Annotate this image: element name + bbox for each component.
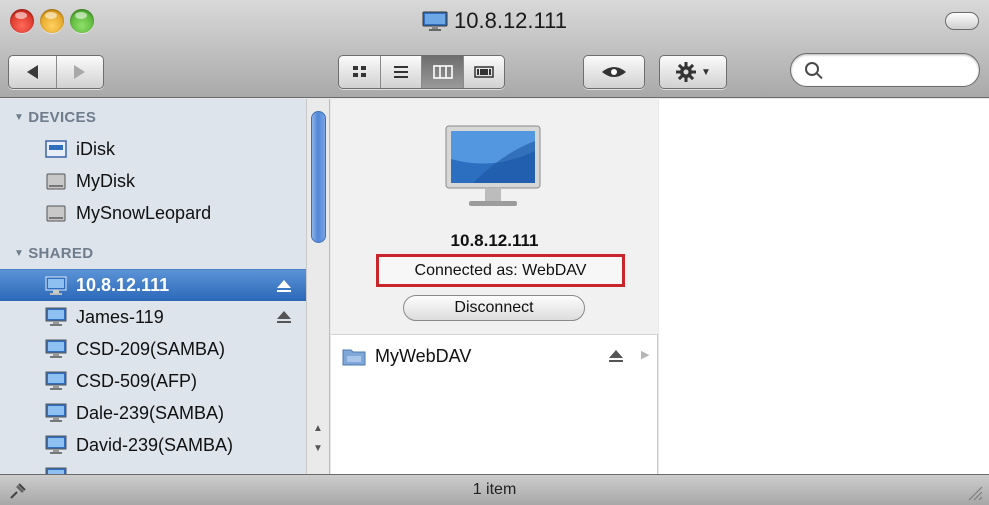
monitor-icon [445, 125, 541, 206]
quicklook-button[interactable] [583, 55, 645, 89]
window-title-text: 10.8.12.111 [454, 8, 567, 33]
sidebar-item-label: David-239(SAMBA) [76, 434, 234, 455]
monitor-icon [45, 403, 67, 422]
browser-column-2 [659, 99, 989, 474]
coverflow-view-button[interactable] [462, 56, 504, 88]
sidebar-item-james-119[interactable]: James-119 [0, 301, 306, 333]
sidebar-item-label: MySnowLeopard [76, 202, 212, 223]
column-view-icon [432, 65, 453, 79]
scroll-down-arrow-icon[interactable]: ▼ [307, 439, 329, 457]
hard-disk-icon [46, 205, 66, 222]
sidebar-item-label: Dale-239(SAMBA) [76, 402, 225, 423]
monitor-icon [45, 435, 67, 454]
icon-view-icon [352, 66, 366, 77]
sidebar-item-david-239[interactable]: David-239(SAMBA) [0, 429, 306, 461]
list-item-label: MyWebDAV [375, 345, 472, 366]
toolbar-toggle-button[interactable] [945, 12, 979, 30]
finder-window: 10.8.12.111 ▼ ▼ DEVICES iDisk MyDisk MyS… [0, 0, 989, 505]
idisk-icon [45, 140, 67, 158]
search-input[interactable] [827, 60, 967, 80]
scrollbar-thumb[interactable] [311, 111, 326, 243]
status-bar: 1 item [0, 474, 989, 505]
browser-column-1: 10.8.12.111 Connected as: WebDAV Disconn… [331, 99, 675, 474]
sidebar-item-label: James-119 [76, 306, 164, 327]
sidebar-item-csd-209[interactable]: CSD-209(SAMBA) [0, 333, 306, 365]
column-view-button[interactable] [421, 56, 463, 88]
sidebar-section-devices[interactable]: DEVICES [14, 109, 96, 126]
list-item-mywebdav[interactable]: MyWebDAV ▶ [331, 341, 658, 371]
search-field[interactable] [790, 53, 980, 87]
gear-icon [676, 62, 697, 82]
monitor-icon [45, 276, 67, 295]
sidebar-item-label: 10.8.12.111 [76, 275, 170, 295]
eye-icon [602, 67, 626, 77]
sidebar-item-label: CSD-509(AFP) [76, 370, 198, 391]
sidebar: DEVICES iDisk MyDisk MySnowLeopard SHARE… [0, 99, 306, 474]
sidebar-item-dale-239[interactable]: Dale-239(SAMBA) [0, 397, 306, 429]
coverflow-view-icon [474, 66, 494, 78]
icon-view-button[interactable] [339, 56, 380, 88]
eject-icon[interactable] [276, 278, 292, 294]
disconnect-button[interactable]: Disconnect [403, 295, 585, 321]
action-menu-button[interactable]: ▼ [659, 55, 727, 89]
monitor-icon [45, 339, 67, 358]
list-view-icon [394, 66, 409, 78]
sidebar-scrollbar[interactable]: ▲ ▼ [306, 99, 330, 474]
scroll-up-arrow-icon[interactable]: ▲ [307, 419, 329, 437]
back-button[interactable] [9, 56, 56, 88]
monitor-icon [45, 307, 67, 326]
connection-status: Connected as: WebDAV [376, 254, 625, 287]
forward-arrow-icon [74, 65, 86, 79]
sidebar-item-partial[interactable] [0, 461, 306, 474]
server-preview-pane: 10.8.12.111 Connected as: WebDAV Disconn… [331, 99, 658, 335]
sidebar-item-label: CSD-209(SAMBA) [76, 338, 226, 359]
monitor-icon [422, 11, 448, 31]
back-forward-group [8, 55, 104, 89]
chevron-right-icon: ▶ [641, 349, 650, 361]
view-mode-group [338, 55, 505, 89]
eject-icon[interactable] [608, 348, 624, 364]
hard-disk-icon [46, 173, 66, 190]
title-bar: 10.8.12.111 ▼ [0, 0, 989, 98]
back-arrow-icon [26, 65, 38, 79]
monitor-icon [45, 371, 67, 390]
eject-icon[interactable] [276, 309, 292, 325]
sidebar-item-mydisk[interactable]: MyDisk [0, 165, 306, 197]
window-title: 10.8.12.111 [0, 8, 989, 34]
shared-folder-icon [342, 349, 366, 366]
sidebar-item-label: MyDisk [76, 170, 135, 191]
item-count: 1 item [472, 481, 517, 498]
sidebar-section-shared[interactable]: SHARED [14, 245, 93, 262]
sidebar-item-label: iDisk [76, 138, 115, 159]
forward-button[interactable] [55, 56, 103, 88]
list-view-button[interactable] [380, 56, 421, 88]
sidebar-item-idisk[interactable]: iDisk [0, 133, 306, 165]
sidebar-item-mysnowleopard[interactable]: MySnowLeopard [0, 197, 306, 229]
resize-grip-icon[interactable] [967, 485, 983, 501]
chevron-down-icon: ▼ [701, 66, 711, 78]
sidebar-item-csd-509[interactable]: CSD-509(AFP) [0, 365, 306, 397]
search-icon [805, 62, 819, 76]
sidebar-item-10-8-12-111[interactable]: 10.8.12.111 [0, 269, 306, 301]
monitor-icon [45, 467, 67, 474]
server-name: 10.8.12.111 [450, 231, 539, 250]
